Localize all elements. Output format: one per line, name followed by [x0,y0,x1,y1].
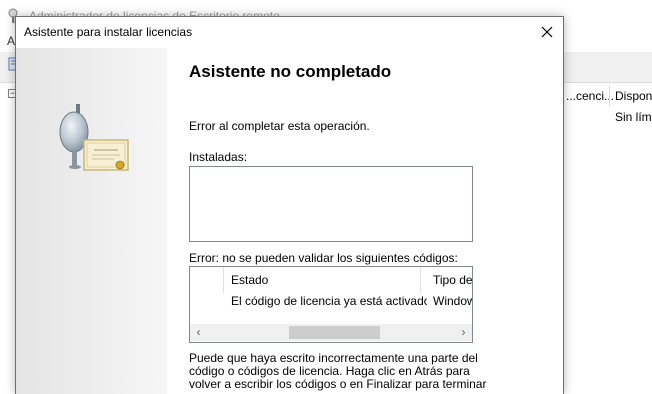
error-message: Error al completar esta operación. [189,119,370,133]
help-text: Puede que haya escrito incorrectamente u… [189,352,487,391]
parent-menu-item[interactable]: A [7,34,15,48]
horizontal-scrollbar[interactable]: ‹ › [190,324,472,341]
failed-codes-listview[interactable]: Estado Tipo de p El código de licencia y… [189,266,473,343]
installed-list[interactable] [189,166,473,242]
listview-column-header-tipo[interactable]: Tipo de p [426,267,472,293]
wizard-side-panel [16,48,167,394]
dialog-titlebar: Asistente para instalar licencias [16,17,563,48]
license-certificate-icon [59,104,129,171]
table-row[interactable]: El código de licencia ya está activado. … [190,291,472,311]
close-icon[interactable] [534,19,560,45]
error-codes-label: Error: no se pueden validar los siguient… [189,251,458,265]
listview-column-header-blank[interactable] [190,267,224,293]
installed-label: Instaladas: [189,150,248,164]
parent-column-header-disponibles[interactable]: Dispon [609,86,652,106]
parent-column-header-licencias[interactable]: ...cenci... [560,86,614,106]
dialog-title: Asistente para instalar licencias [24,25,193,39]
listview-header: Estado Tipo de p [190,267,472,293]
wizard-heading: Asistente no completado [189,62,392,81]
help-text-line: volver a escribir los códigos o en Final… [189,377,487,391]
scroll-left-icon[interactable]: ‹ [190,324,207,341]
cell-estado: El código de licencia ya está activado. [231,294,427,308]
scroll-right-icon[interactable]: › [455,324,472,341]
parent-cell-disponibles: Sin lím [615,110,652,124]
listview-column-header-estado[interactable]: Estado [224,267,421,293]
cell-tipo: Windows [433,294,472,308]
scrollbar-thumb[interactable] [289,326,380,339]
install-licenses-wizard-dialog: Asistente para instalar licencias Asiste… [15,16,564,394]
